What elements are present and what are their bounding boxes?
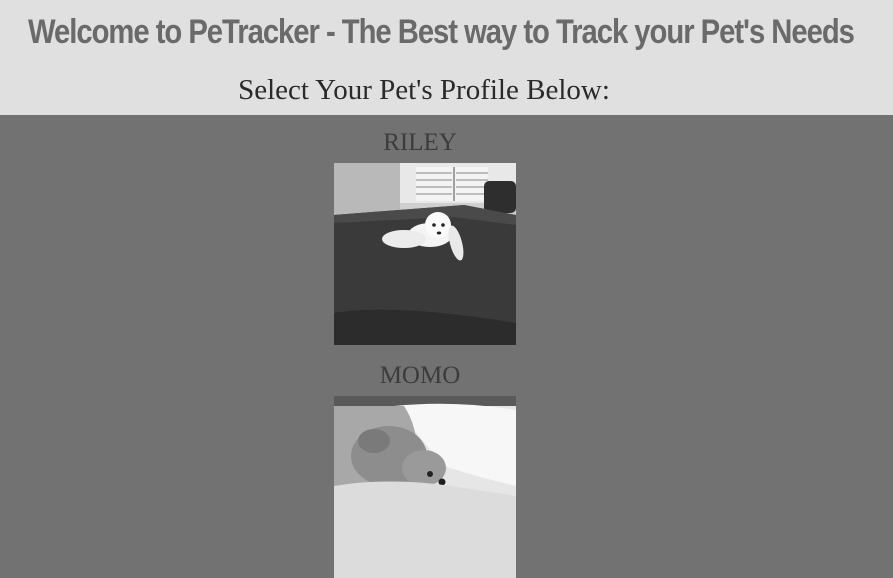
dog-on-pillow-photo[interactable] bbox=[334, 396, 516, 578]
pet-name[interactable]: MOMO bbox=[324, 361, 516, 391]
pet-profile-momo[interactable]: MOMO bbox=[334, 361, 516, 578]
pet-profile-riley[interactable]: RILEY bbox=[334, 128, 516, 345]
dog-on-bed-photo[interactable] bbox=[334, 163, 516, 345]
site-title: Welcome to PeTracker - The Best way to T… bbox=[28, 13, 855, 51]
page-header: Welcome to PeTracker - The Best way to T… bbox=[0, 0, 893, 115]
pet-name[interactable]: RILEY bbox=[324, 128, 516, 158]
page-subtitle: Select Your Pet's Profile Below: bbox=[238, 74, 610, 106]
